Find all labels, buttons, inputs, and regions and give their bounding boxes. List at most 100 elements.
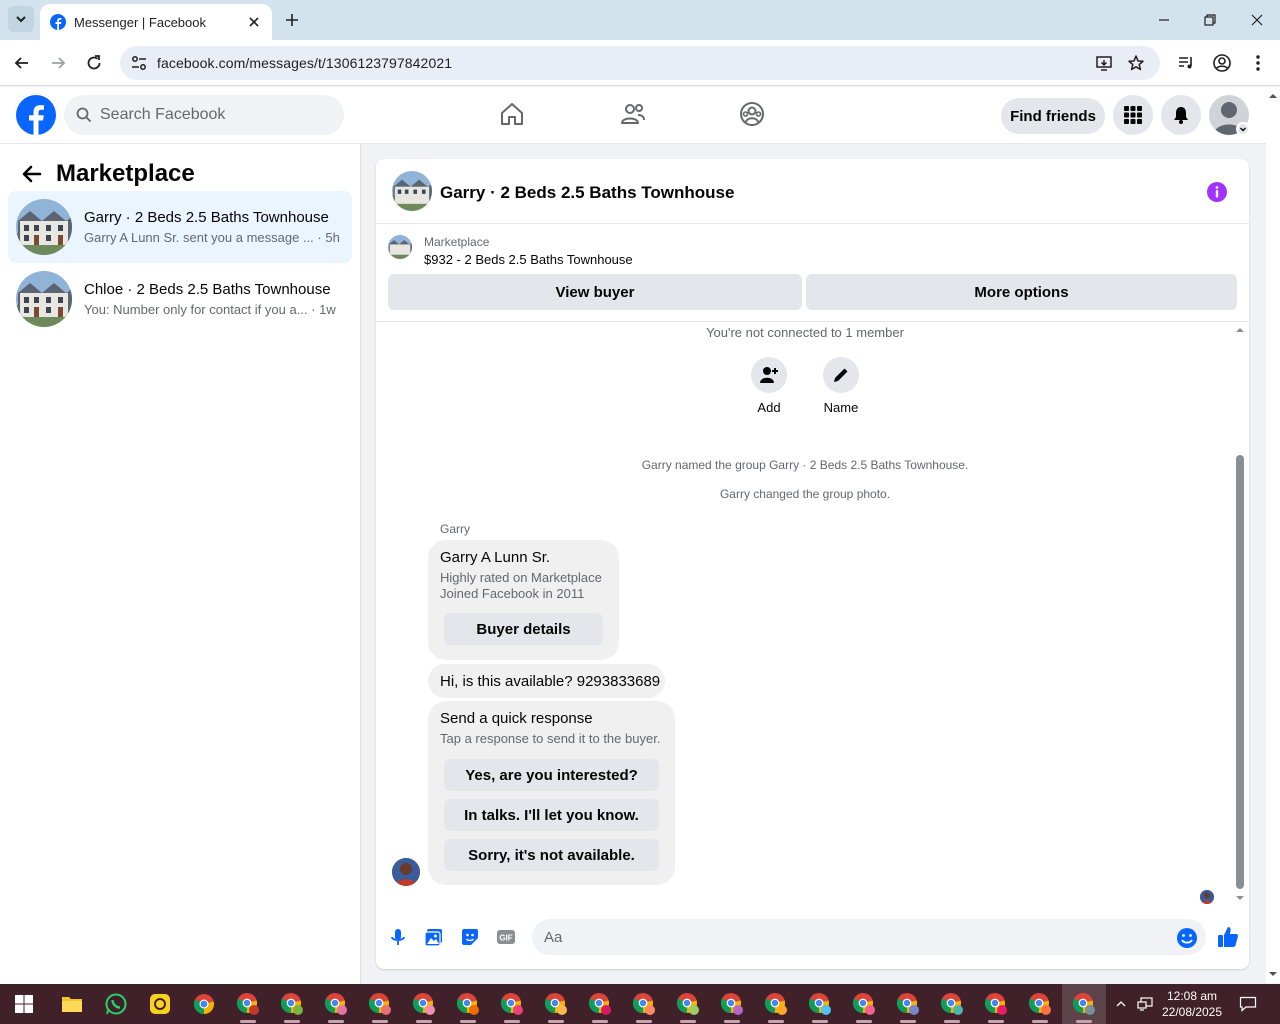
view-buyer-button[interactable]: View buyer [388, 274, 802, 310]
site-info-icon[interactable] [130, 54, 148, 72]
minimize-icon[interactable] [1154, 10, 1174, 30]
scroll-up-arrow-icon[interactable] [1266, 89, 1280, 103]
media-controls-icon[interactable] [1176, 53, 1196, 73]
taskbar-chrome-profile-active[interactable] [1062, 984, 1106, 1024]
start-button[interactable] [2, 984, 46, 1024]
taskbar-clock[interactable]: 12:08 am 22/08/2025 [1160, 988, 1224, 1020]
taskbar-chrome-profile[interactable] [754, 984, 798, 1024]
conversation-preview: You: Number only for contact if you a... [84, 302, 308, 317]
taskbar-chrome-profile[interactable] [534, 984, 578, 1024]
taskbar-chrome-profile[interactable] [226, 984, 270, 1024]
address-bar[interactable]: facebook.com/messages/t/1306123797842021 [120, 46, 1160, 80]
tab-title: Messenger | Facebook [74, 14, 206, 30]
message-bubble[interactable]: Hi, is this available? 9293833689 [428, 664, 665, 698]
sticker-icon[interactable] [460, 927, 480, 947]
quick-response-card: Send a quick response Tap a response to … [428, 701, 675, 885]
taskbar-chrome-profile[interactable] [490, 984, 534, 1024]
message-input-box[interactable] [532, 919, 1206, 955]
photo-icon[interactable] [424, 927, 444, 947]
facebook-logo[interactable] [16, 95, 56, 135]
taskbar-chrome-profile[interactable] [622, 984, 666, 1024]
chevron-up-icon [1116, 1001, 1126, 1007]
browser-tab-messenger[interactable]: Messenger | Facebook [40, 4, 272, 40]
scroll-down-arrow-icon[interactable] [1266, 967, 1280, 981]
groups-icon[interactable] [739, 101, 765, 127]
whatsapp-icon [105, 993, 127, 1015]
taskbar-file-explorer[interactable] [50, 984, 94, 1024]
taskbar-chrome-profile[interactable] [358, 984, 402, 1024]
taskbar-chrome-profile[interactable] [402, 984, 446, 1024]
notification-center[interactable] [1234, 984, 1262, 1024]
install-app-icon[interactable] [1095, 54, 1113, 72]
close-tab-icon[interactable] [246, 14, 262, 30]
taskbar-chrome-profile[interactable] [666, 984, 710, 1024]
bookmark-star-icon[interactable] [1127, 54, 1145, 72]
gif-icon[interactable]: GIF [496, 927, 516, 947]
taskbar-whatsapp[interactable] [94, 984, 138, 1024]
scroll-up-arrow-icon[interactable] [1234, 325, 1246, 335]
restore-icon[interactable] [1200, 10, 1220, 30]
chrome-profile-icon [632, 993, 655, 1015]
info-icon[interactable] [1206, 181, 1228, 203]
taskbar-chrome-profile[interactable] [710, 984, 754, 1024]
menu-icon[interactable] [1248, 53, 1268, 73]
taskbar-app[interactable] [138, 984, 182, 1024]
taskbar-chrome-profile[interactable] [842, 984, 886, 1024]
chat-bubble-icon [1239, 996, 1257, 1012]
taskbar-chrome-profile[interactable] [1018, 984, 1062, 1024]
townhouse-photo [16, 199, 72, 255]
more-options-button[interactable]: More options [806, 274, 1237, 310]
emoji-icon[interactable] [1176, 927, 1198, 949]
taskbar-chrome-profile[interactable] [446, 984, 490, 1024]
taskbar-chrome-profile[interactable] [798, 984, 842, 1024]
profile-icon[interactable] [1212, 53, 1232, 73]
show-hidden-icons[interactable] [1110, 984, 1132, 1024]
taskbar-chrome-profile[interactable] [930, 984, 974, 1024]
conversation-item[interactable]: Chloe · 2 Beds 2.5 Baths Townhouse You: … [8, 263, 352, 335]
taskbar-chrome-profile[interactable] [270, 984, 314, 1024]
taskbar-chrome-profile[interactable] [886, 984, 930, 1024]
chrome-profile-icon [456, 993, 479, 1015]
add-member-button[interactable]: Add [739, 357, 799, 415]
account-menu-chevron[interactable] [1236, 122, 1250, 136]
thumbs-up-icon[interactable] [1216, 925, 1240, 949]
add-person-icon [760, 367, 778, 383]
microphone-icon[interactable] [388, 927, 408, 947]
network-status[interactable] [1134, 984, 1156, 1024]
home-icon[interactable] [499, 101, 525, 127]
buyer-details-button[interactable]: Buyer details [444, 613, 603, 645]
facebook-search[interactable] [64, 95, 344, 135]
close-window-icon[interactable] [1247, 10, 1267, 30]
chat-title[interactable]: Garry · 2 Beds 2.5 Baths Townhouse [440, 183, 734, 203]
taskbar-chrome-profile[interactable] [974, 984, 1018, 1024]
find-friends-button[interactable]: Find friends [1001, 98, 1105, 134]
scroll-down-arrow-icon[interactable] [1234, 893, 1246, 903]
chrome-profile-icon [984, 993, 1007, 1015]
sender-avatar[interactable] [392, 858, 420, 886]
friends-icon[interactable] [620, 101, 646, 127]
search-input[interactable] [100, 106, 320, 124]
listing-thumbnail [388, 235, 412, 259]
taskbar-chrome-profile[interactable] [314, 984, 358, 1024]
chat-avatar[interactable] [392, 171, 432, 211]
taskbar-chrome[interactable] [182, 984, 226, 1024]
svg-text:GIF: GIF [499, 934, 512, 943]
conversation-item[interactable]: Garry · 2 Beds 2.5 Baths Townhouse Garry… [8, 191, 352, 263]
chrome-profile-icon [236, 993, 259, 1015]
back-arrow-icon[interactable] [20, 162, 44, 186]
quick-reply-not-available[interactable]: Sorry, it's not available. [444, 839, 659, 871]
tab-list-button[interactable] [8, 6, 34, 32]
forward-icon[interactable] [48, 53, 68, 73]
new-tab-icon[interactable] [282, 10, 302, 30]
notifications-button[interactable] [1161, 95, 1201, 135]
back-icon[interactable] [12, 53, 32, 73]
quick-reply-in-talks[interactable]: In talks. I'll let you know. [444, 799, 659, 831]
page-scrollbar[interactable] [1266, 87, 1280, 983]
taskbar-chrome-profile[interactable] [578, 984, 622, 1024]
quick-reply-yes[interactable]: Yes, are you interested? [444, 759, 659, 791]
chat-scrollbar-thumb[interactable] [1236, 455, 1244, 889]
name-group-button[interactable]: Name [811, 357, 871, 415]
menu-grid-button[interactable] [1113, 95, 1153, 135]
reload-icon[interactable] [84, 53, 104, 73]
message-input[interactable] [544, 928, 1144, 946]
